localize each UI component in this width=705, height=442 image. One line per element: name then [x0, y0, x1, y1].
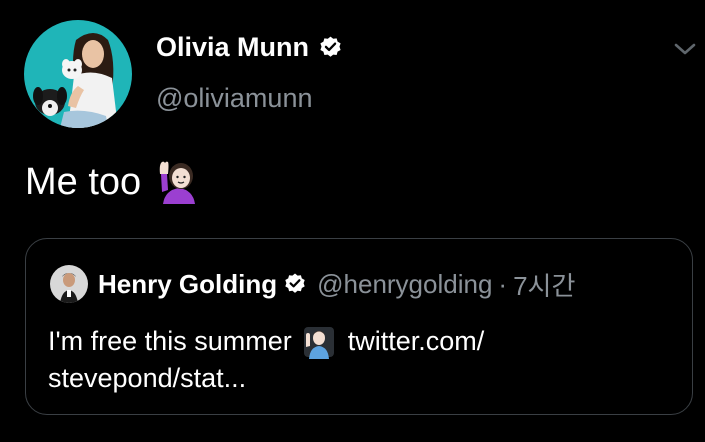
verified-badge-icon	[318, 35, 343, 60]
tweet-text-content: Me too	[25, 160, 142, 203]
author-name[interactable]: Olivia Munn	[156, 32, 309, 63]
chevron-down-icon[interactable]	[672, 36, 698, 62]
quoted-tweet-time: 7시간	[513, 270, 576, 301]
author-name-row[interactable]: Olivia Munn	[156, 32, 343, 63]
quoted-tweet-card[interactable]: Henry Golding @henrygolding · 7시간 I'm fr…	[25, 238, 693, 415]
quoted-tweet-text: I'm free this summer twitter.com/ stevep…	[48, 323, 668, 397]
separator-dot: ·	[498, 268, 508, 299]
author-avatar[interactable]	[24, 20, 132, 128]
person-raising-hand-icon	[155, 158, 203, 206]
author-handle[interactable]: @oliviamunn	[156, 83, 312, 114]
quoted-tweet-header: Henry Golding @henrygolding · 7시간	[50, 265, 575, 303]
person-raising-hand-icon	[302, 325, 336, 359]
verified-badge-icon	[283, 272, 307, 296]
quoted-link-line1[interactable]: twitter.com/	[348, 323, 485, 360]
quoted-author-name: Henry Golding	[98, 268, 278, 299]
tweet-text: Me too	[25, 158, 203, 206]
quoted-author-handle: @henrygolding	[317, 268, 493, 299]
quoted-author-avatar	[50, 265, 88, 303]
quoted-text-part: I'm free this summer	[48, 326, 292, 356]
quoted-link-line2[interactable]: stevepond/stat...	[48, 360, 246, 397]
